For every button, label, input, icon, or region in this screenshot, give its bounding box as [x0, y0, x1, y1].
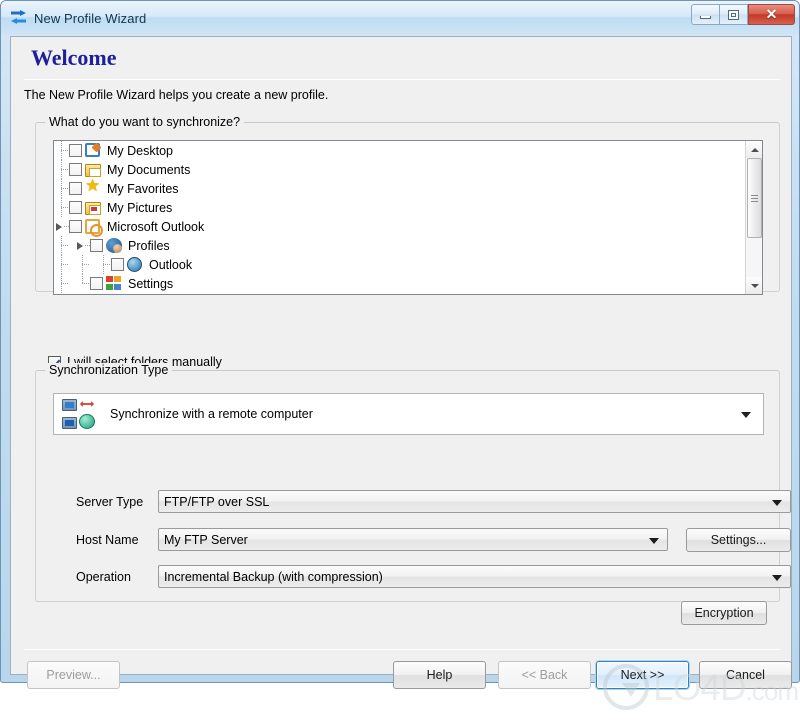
tree-node-label: My Documents [107, 162, 191, 177]
tree-node-label: My Pictures [107, 200, 173, 215]
tree-node[interactable]: Outlook [54, 255, 762, 274]
tree-node-checkbox[interactable] [111, 258, 124, 271]
synchronize-groupbox: What do you want to synchronize? My Desk… [35, 115, 780, 295]
cancel-button[interactable]: Cancel [699, 661, 792, 689]
server-type-combobox[interactable]: FTP/FTP over SSL [158, 490, 791, 513]
sync-target-value: Synchronize with a remote computer [110, 407, 313, 421]
tree-node[interactable]: Settings [54, 274, 762, 293]
globe-icon [127, 256, 144, 273]
tree-node-checkbox[interactable] [69, 220, 82, 233]
encryption-button[interactable]: Encryption [681, 601, 767, 625]
footer-divider [24, 649, 780, 650]
chevron-down-icon [772, 575, 782, 581]
profiles-user-icon [106, 237, 123, 254]
scrollbar-track[interactable] [746, 158, 762, 277]
operation-combobox[interactable]: Incremental Backup (with compression) [158, 565, 791, 588]
scroll-up-icon[interactable] [746, 141, 762, 158]
tree-node[interactable]: Profiles [54, 236, 762, 255]
sync-target-combobox[interactable]: Synchronize with a remote computer [53, 393, 764, 435]
tree-node-checkbox[interactable] [69, 163, 82, 176]
header-divider [24, 79, 780, 80]
operation-label: Operation [76, 569, 131, 584]
tree-node[interactable]: Microsoft Outlook [54, 217, 762, 237]
tree-node-checkbox[interactable] [69, 144, 82, 157]
tree-rows: My Desktop My Documents My Favorites My Pic… [54, 141, 762, 293]
maximize-icon [728, 9, 739, 20]
tree-node-label: Settings [128, 276, 174, 291]
host-name-value: My FTP Server [164, 532, 248, 547]
operation-row: Operation Incremental Backup (with compr… [76, 565, 791, 588]
scrollbar-thumb[interactable] [747, 158, 762, 238]
synchronization-type-groupbox: Synchronization Type Synchronize with a … [35, 363, 791, 625]
intro-text: The New Profile Wizard helps you create … [24, 88, 329, 102]
tree-connector [54, 141, 69, 160]
folder-tree[interactable]: My Desktop My Documents My Favorites My Pic… [53, 140, 763, 295]
tree-connector [75, 274, 90, 293]
tree-node-label: Microsoft Outlook [107, 219, 205, 234]
host-name-row: Host Name My FTP Server [76, 528, 668, 551]
operation-value: Incremental Backup (with compression) [164, 569, 383, 584]
tree-indent [75, 255, 96, 274]
desktop-icon [85, 142, 102, 159]
host-name-combobox[interactable]: My FTP Server [158, 528, 668, 551]
maximize-button[interactable] [719, 4, 748, 25]
wizard-window: New Profile Wizard ✕ Welcome The New Pro… [0, 0, 800, 710]
server-type-label: Server Type [76, 494, 144, 509]
tree-connector [54, 160, 69, 179]
tree-node-checkbox[interactable] [90, 239, 103, 252]
server-type-value: FTP/FTP over SSL [164, 494, 270, 509]
host-name-label: Host Name [76, 532, 139, 547]
two-computers-network-icon [60, 398, 100, 430]
tree-expander-icon[interactable] [54, 217, 69, 236]
preview-button[interactable]: Preview... [27, 661, 120, 689]
next-button[interactable]: Next >> [596, 661, 689, 689]
minimize-icon [700, 15, 711, 19]
minimize-button[interactable] [691, 4, 720, 25]
sync-arrows-icon [10, 9, 28, 27]
chevron-down-icon [741, 412, 751, 418]
outlook-clock-icon [85, 218, 103, 237]
star-favorites-icon [85, 176, 102, 197]
page-title: Welcome [31, 45, 117, 70]
chevron-down-icon [772, 500, 782, 506]
folder-pictures-icon [85, 200, 102, 216]
tree-node[interactable]: My Documents [54, 160, 762, 179]
synchronize-groupbox-label: What do you want to synchronize? [45, 115, 245, 129]
tree-node-label: My Favorites [107, 181, 179, 196]
scroll-down-icon[interactable] [746, 277, 762, 294]
tree-connector [54, 198, 69, 217]
tree-node-checkbox[interactable] [90, 277, 103, 290]
tree-scrollbar[interactable] [745, 141, 762, 294]
chevron-down-icon [649, 538, 659, 544]
help-button[interactable]: Help [393, 661, 486, 689]
tree-indent [54, 236, 75, 255]
back-button[interactable]: << Back [498, 661, 591, 689]
tree-node-label: My Desktop [107, 143, 173, 158]
tree-node[interactable]: My Pictures [54, 198, 762, 217]
tree-indent [54, 255, 75, 274]
window-title: New Profile Wizard [34, 10, 147, 26]
tree-expander-icon[interactable] [75, 236, 90, 255]
tree-connector [96, 255, 111, 274]
settings-blocks-icon [106, 275, 123, 292]
tree-node-checkbox[interactable] [69, 201, 82, 214]
settings-button[interactable]: Settings... [686, 528, 791, 552]
title-bar: New Profile Wizard ✕ [1, 1, 799, 35]
tree-node-checkbox[interactable] [69, 182, 82, 195]
tree-node-label: Profiles [128, 238, 170, 253]
tree-connector [54, 179, 69, 198]
window-controls: ✕ [691, 4, 795, 25]
tree-indent [54, 274, 75, 293]
close-button[interactable]: ✕ [748, 4, 795, 25]
server-type-row: Server Type FTP/FTP over SSL [76, 490, 791, 513]
dialog-client-area: Welcome The New Profile Wizard helps you… [10, 36, 799, 710]
tree-node[interactable]: My Favorites [54, 176, 762, 198]
tree-node-label: Outlook [149, 257, 193, 272]
synchronization-type-label: Synchronization Type [45, 363, 173, 377]
tree-node[interactable]: My Desktop [54, 141, 762, 160]
